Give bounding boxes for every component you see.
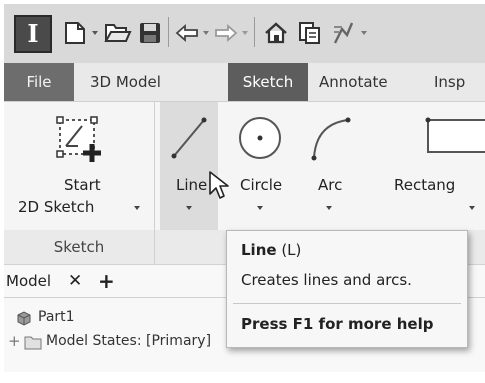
tree-item-label: Part1: [38, 309, 75, 325]
rectangle-icon: [425, 117, 485, 153]
tooltip-divider: [233, 303, 461, 304]
rectangle-tool-button[interactable]: Rectang: [364, 102, 485, 232]
tab-3d-model[interactable]: 3D Model: [90, 63, 161, 101]
rectangle-dropdown-icon[interactable]: [469, 206, 475, 210]
arc-icon: [311, 117, 351, 161]
save-icon[interactable]: [137, 17, 163, 49]
window-bottom-edge: [0, 372, 485, 383]
redo-icon[interactable]: [213, 17, 239, 49]
circle-dropdown-icon[interactable]: [257, 206, 263, 210]
tab-file[interactable]: File: [4, 63, 74, 101]
line-dropdown-icon[interactable]: [186, 206, 192, 210]
redo-dropdown-icon[interactable]: [240, 17, 250, 49]
properties-icon[interactable]: [296, 17, 324, 49]
expand-icon[interactable]: +: [8, 332, 21, 350]
circle-tool-button[interactable]: Circle: [228, 102, 292, 232]
tooltip-title-row: Line (L): [241, 241, 301, 259]
toolbar-separator: [168, 17, 169, 47]
tab-annotate[interactable]: Annotate: [319, 63, 388, 101]
adaptive-icon[interactable]: [330, 17, 356, 49]
circle-icon: [239, 117, 281, 159]
folder-icon: [24, 336, 42, 350]
quick-access-toolbar: I: [4, 5, 485, 63]
rectangle-tool-label: Rectang: [394, 176, 456, 194]
tab-sketch[interactable]: Sketch: [228, 63, 308, 101]
line-tool-label: Line: [176, 176, 208, 194]
open-folder-icon[interactable]: [104, 17, 132, 49]
tooltip-title: Line: [241, 241, 277, 259]
adaptive-dropdown-icon[interactable]: [359, 17, 369, 49]
tree-item-part1[interactable]: Part1: [14, 307, 214, 329]
inventor-window: I File 3D Model Sketch Annotate Insp Sta…: [4, 4, 485, 373]
ribbon-tab-bar: File 3D Model Sketch Annotate Insp: [4, 63, 485, 102]
tooltip-help: Press F1 for more help: [241, 315, 434, 333]
start-2d-sketch-button[interactable]: Start 2D Sketch: [12, 102, 144, 232]
start-2d-sketch-icon: [56, 116, 101, 162]
undo-dropdown-icon[interactable]: [201, 17, 211, 49]
start-sketch-label-line1: Start: [64, 176, 101, 194]
close-icon[interactable]: ✕: [68, 265, 82, 297]
start-sketch-label-line2: 2D Sketch: [18, 198, 95, 216]
toolbar-separator: [254, 17, 255, 47]
add-tab-button[interactable]: +: [98, 265, 115, 297]
line-tool-button[interactable]: Line: [160, 102, 218, 230]
start-sketch-dropdown-icon[interactable]: [134, 206, 140, 210]
line-icon: [171, 117, 207, 159]
browser-tab-model[interactable]: Model: [6, 265, 51, 297]
tab-inspect[interactable]: Insp: [434, 63, 465, 101]
tooltip-shortcut: (L): [276, 241, 302, 259]
app-logo-icon[interactable]: I: [14, 15, 52, 53]
circle-tool-label: Circle: [240, 176, 283, 194]
line-tooltip: Line (L) Creates lines and arcs. Press F…: [226, 230, 468, 348]
sketch-panel-label: Sketch: [4, 230, 154, 264]
home-icon[interactable]: [262, 17, 290, 49]
tree-item-model-states[interactable]: + Model States: [Primary]: [4, 331, 264, 353]
tree-item-label: Model States: [Primary]: [46, 333, 212, 349]
new-file-icon[interactable]: [62, 17, 88, 49]
arc-tool-label: Arc: [318, 176, 343, 194]
arc-tool-button[interactable]: Arc: [300, 102, 358, 232]
tooltip-description: Creates lines and arcs.: [241, 271, 412, 289]
new-dropdown-icon[interactable]: [90, 17, 100, 49]
undo-icon[interactable]: [174, 17, 200, 49]
arc-dropdown-icon[interactable]: [326, 206, 332, 210]
part-icon: [17, 311, 31, 326]
